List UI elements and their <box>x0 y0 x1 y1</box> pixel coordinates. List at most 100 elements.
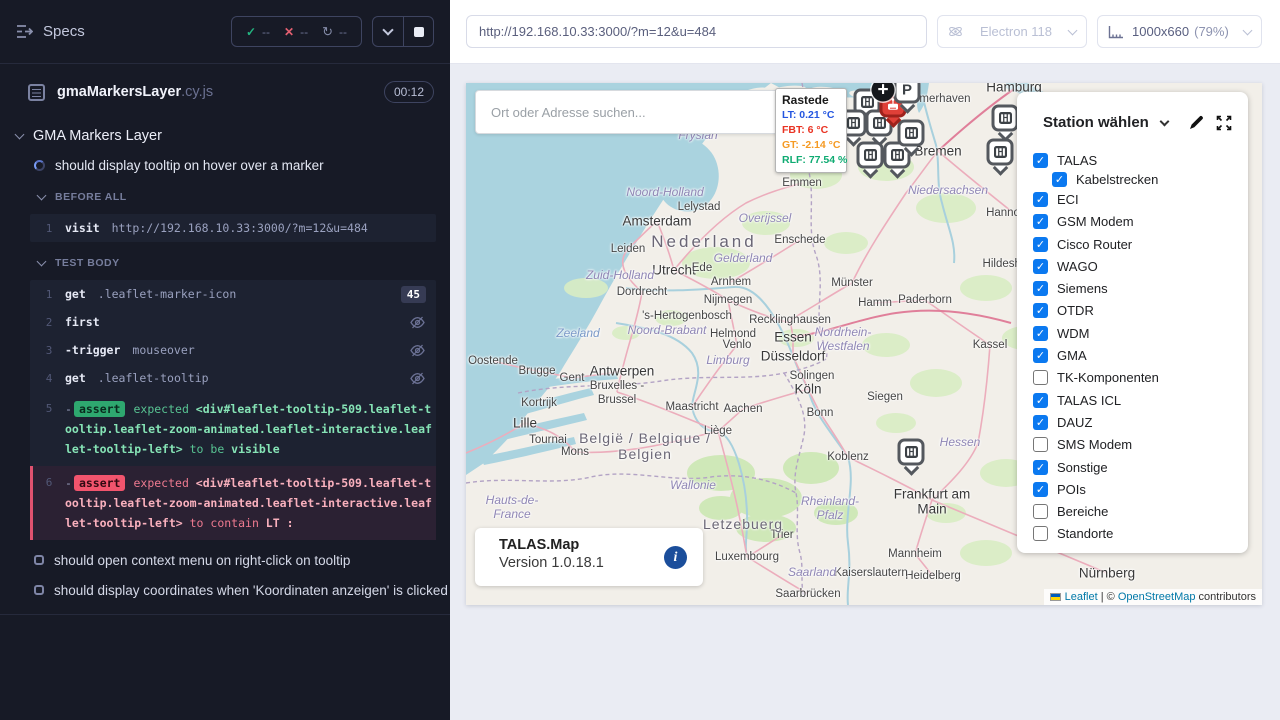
command-body: get.leaflet-tooltip <box>65 368 394 388</box>
assert-row-failed[interactable]: 6-assertexpected <div#leaflet-tooltip-50… <box>30 466 436 540</box>
station-checkbox-row[interactable]: ✓GMA <box>1033 344 1248 366</box>
expand-icon[interactable] <box>1216 115 1232 131</box>
pending-test-title: should open context menu on right-click … <box>54 553 350 568</box>
station-checkbox-row[interactable]: SMS Modem <box>1033 434 1248 456</box>
url-bar[interactable]: http://192.168.10.33:3000/?m=12&u=484 <box>466 15 927 48</box>
station-marker[interactable] <box>992 105 1019 132</box>
reporter-header: Specs ✓-- ✕-- ↻-- <box>0 0 450 64</box>
edit-pencil-icon[interactable] <box>1188 115 1204 131</box>
command-row[interactable]: 1 visithttp://192.168.10.33:3000/?m=12&u… <box>30 214 436 242</box>
checkbox-checked[interactable]: ✓ <box>1052 172 1067 187</box>
map-label: Kaiserslautern <box>834 567 908 579</box>
checkbox-checked[interactable]: ✓ <box>1033 237 1048 252</box>
suite-row[interactable]: GMA Markers Layer <box>0 126 450 146</box>
checkbox-checked[interactable]: ✓ <box>1033 303 1048 318</box>
station-checkbox-row[interactable]: ✓TALAS <box>1033 149 1248 171</box>
tooltip-title: Rastede <box>782 93 840 108</box>
specs-title: Specs <box>43 23 231 40</box>
map-label: Venlo <box>723 339 752 351</box>
station-checkbox-row[interactable]: ✓DAUZ <box>1033 411 1248 433</box>
test-body-section[interactable]: TEST BODY <box>0 254 450 272</box>
station-checkbox-row[interactable]: ✓Kabelstrecken <box>1033 171 1248 188</box>
checkbox-checked[interactable]: ✓ <box>1033 259 1048 274</box>
checkbox-checked[interactable]: ✓ <box>1033 415 1048 430</box>
checkbox-checked[interactable]: ✓ <box>1033 153 1048 168</box>
command-row[interactable]: 1get.leaflet-marker-icon45 <box>30 280 436 308</box>
chevron-down-icon[interactable] <box>1159 116 1169 126</box>
electron-icon <box>948 24 963 39</box>
leaflet-link[interactable]: Leaflet <box>1065 591 1098 603</box>
x-icon: ✕ <box>284 25 294 39</box>
checkbox-checked[interactable]: ✓ <box>1033 214 1048 229</box>
map-search-box[interactable]: Ort oder Adresse suchen... <box>475 90 780 134</box>
station-checkbox-row[interactable]: ✓Siemens <box>1033 277 1248 299</box>
map-label: Solingen <box>790 370 835 382</box>
station-marker[interactable] <box>898 120 925 147</box>
station-list: ✓TALAS✓Kabelstrecken✓ECI✓GSM Modem✓Cisco… <box>1033 149 1248 545</box>
pending-test-row[interactable]: should open context menu on right-click … <box>0 550 450 570</box>
station-checkbox-label: Cisco Router <box>1057 237 1132 252</box>
station-checkbox-row[interactable]: ✓WAGO <box>1033 255 1248 277</box>
station-marker[interactable] <box>857 142 884 169</box>
map-application[interactable]: AmsterdamUtrechtNederlandLelystadLeidenE… <box>466 83 1262 605</box>
assert-row-passed[interactable]: 5-assertexpected <div#leaflet-tooltip-50… <box>30 392 436 466</box>
test-running-spinner-icon <box>34 160 45 171</box>
specs-menu-icon[interactable] <box>16 24 33 39</box>
stop-button[interactable] <box>403 17 433 46</box>
assert-message: -assertexpected <div#leaflet-tooltip-509… <box>65 473 436 533</box>
station-checkbox-row[interactable]: Standorte <box>1033 523 1248 545</box>
checkbox-checked[interactable]: ✓ <box>1033 460 1048 475</box>
version-card: TALAS.Map Version 1.0.18.1 i <box>475 528 703 586</box>
hidden-eye-icon <box>409 314 426 331</box>
checkbox-checked[interactable]: ✓ <box>1033 281 1048 296</box>
station-checkbox-row[interactable]: ✓GSM Modem <box>1033 211 1248 233</box>
pending-test-title: should display coordinates when 'Koordin… <box>54 583 448 598</box>
station-marker[interactable] <box>987 139 1014 166</box>
station-checkbox-label: Bereiche <box>1057 504 1108 519</box>
checkbox-checked[interactable]: ✓ <box>1033 192 1048 207</box>
checkbox-unchecked[interactable] <box>1033 504 1048 519</box>
browser-selector[interactable]: Electron 118 <box>937 15 1087 48</box>
station-marker[interactable] <box>898 439 925 466</box>
osm-link[interactable]: OpenStreetMap <box>1118 591 1196 603</box>
station-checkbox-label: SMS Modem <box>1057 437 1132 452</box>
station-checkbox-row[interactable]: ✓ECI <box>1033 188 1248 210</box>
command-row[interactable]: 4get.leaflet-tooltip <box>30 364 436 392</box>
station-checkbox-row[interactable]: ✓Sonstige <box>1033 456 1248 478</box>
active-test-row[interactable]: should display tooltip on hover over a m… <box>0 154 450 176</box>
map-label: Amsterdam <box>622 214 691 229</box>
viewport-selector[interactable]: 1000x660 (79%) <box>1097 15 1262 48</box>
station-checkbox-label: POIs <box>1057 482 1086 497</box>
pending-test-row[interactable]: should display coordinates when 'Koordin… <box>0 580 450 600</box>
station-checkbox-row[interactable]: ✓WDM <box>1033 322 1248 344</box>
map-label: Pfalz <box>817 508 844 522</box>
spec-file-row[interactable]: gmaMarkersLayer.cy.js 00:12 <box>0 64 450 120</box>
command-row[interactable]: 3-triggermouseover <box>30 336 436 364</box>
station-select-label[interactable]: Station wählen <box>1043 114 1149 131</box>
station-checkbox-row[interactable]: TK-Komponenten <box>1033 367 1248 389</box>
checkbox-unchecked[interactable] <box>1033 370 1048 385</box>
station-checkbox-row[interactable]: ✓ Cisco Router <box>1033 233 1248 255</box>
stat-pending: ↻-- <box>322 24 347 40</box>
map-label: Arnhem <box>711 276 751 288</box>
checkbox-checked[interactable]: ✓ <box>1033 482 1048 497</box>
collapse-all-button[interactable] <box>373 17 403 46</box>
map-label: Letzebuerg <box>703 516 783 532</box>
station-checkbox-row[interactable]: Bereiche <box>1033 500 1248 522</box>
checkbox-unchecked[interactable] <box>1033 437 1048 452</box>
checkbox-unchecked[interactable] <box>1033 526 1048 541</box>
ukraine-flag-icon <box>1050 593 1061 601</box>
map-label: Frankfurt am <box>894 487 971 502</box>
checkbox-checked[interactable]: ✓ <box>1033 393 1048 408</box>
map-label: Enschede <box>774 234 825 246</box>
before-all-section[interactable]: BEFORE ALL <box>0 188 450 206</box>
station-checkbox-row[interactable]: ✓TALAS ICL <box>1033 389 1248 411</box>
parking-marker[interactable]: P <box>894 83 921 104</box>
station-checkbox-row[interactable]: ✓OTDR <box>1033 300 1248 322</box>
tooltip-value-row: RLF: 77.54 % <box>782 153 840 168</box>
info-icon[interactable]: i <box>664 546 687 569</box>
command-row[interactable]: 2first <box>30 308 436 336</box>
checkbox-checked[interactable]: ✓ <box>1033 326 1048 341</box>
station-checkbox-row[interactable]: ✓ POIs <box>1033 478 1248 500</box>
checkbox-checked[interactable]: ✓ <box>1033 348 1048 363</box>
